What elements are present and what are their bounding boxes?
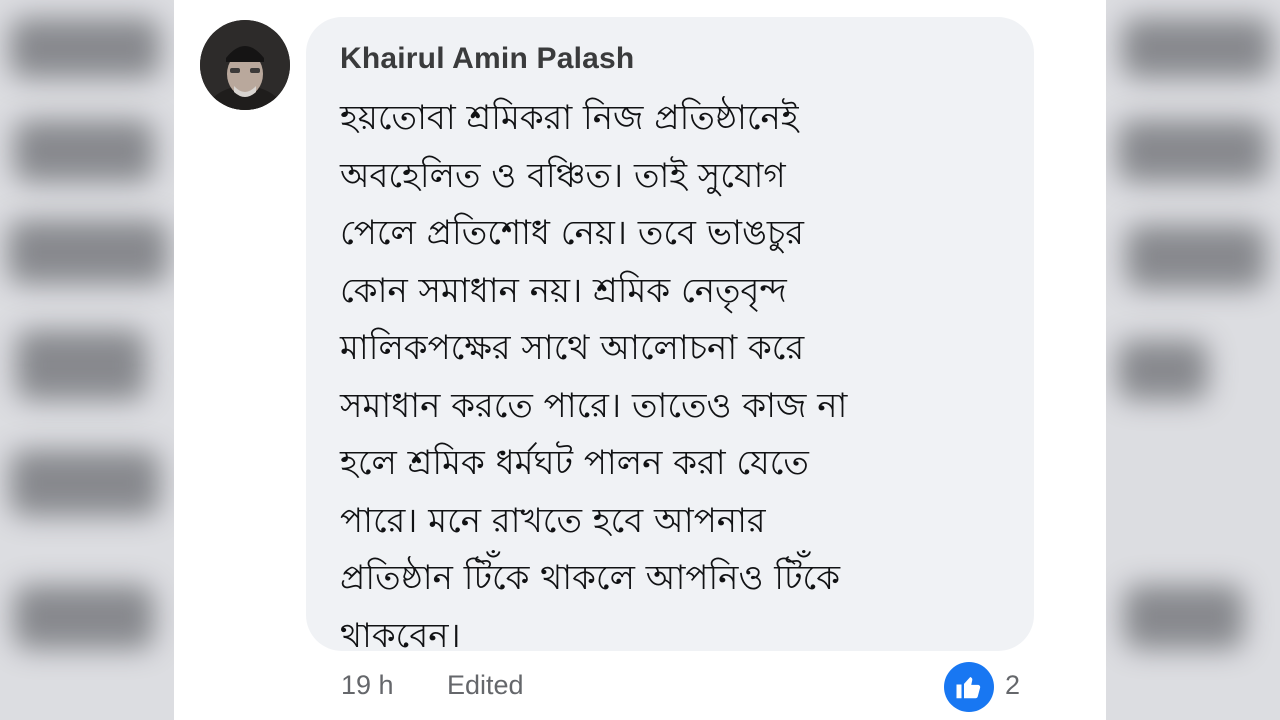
edited-label[interactable]: Edited <box>447 670 524 701</box>
comment-line: থাকবেন। <box>340 615 461 656</box>
comment-line: হয়তোবা শ্রমিকরা নিজ প্রতিষ্ঠানেই <box>340 98 799 138</box>
comment-line: কোন সমাধান নয়। শ্রমিক নেতৃবৃন্দ <box>340 270 787 311</box>
blurred-background-left <box>0 0 174 720</box>
comment-line: সমাধান করতে পারে। তাতেও কাজ না <box>340 385 848 426</box>
comment-author[interactable]: Khairul Amin Palash <box>340 42 634 76</box>
comment-line: হলে শ্রমিক ধর্মঘট পালন করা যেতে <box>340 443 809 483</box>
comment-line: পারে। মনে রাখতে হবে আপনার <box>340 500 766 541</box>
avatar[interactable] <box>200 20 290 110</box>
comment-line: মালিকপক্ষের সাথে আলোচনা করে <box>340 328 805 368</box>
blurred-background-right <box>1106 0 1280 720</box>
profile-photo-icon <box>200 20 290 110</box>
comment-timestamp[interactable]: 19 h <box>341 670 394 701</box>
comment-line: অবহেলিত ও বঞ্চিত। তাই সুযোগ <box>340 155 786 196</box>
thumbs-up-icon <box>956 677 981 699</box>
comment-line: পেলে প্রতিশোধ নেয়। তবে ভাঙচুর <box>340 213 804 253</box>
comment-text: হয়তোবা শ্রমিকরা নিজ প্রতিষ্ঠানেই অবহেলি… <box>340 90 1010 665</box>
like-reaction-badge[interactable] <box>944 662 994 712</box>
reaction-count[interactable]: 2 <box>1005 670 1020 701</box>
comment-line: প্রতিষ্ঠান টিঁকে থাকলে আপনিও টিঁকে <box>340 558 840 598</box>
